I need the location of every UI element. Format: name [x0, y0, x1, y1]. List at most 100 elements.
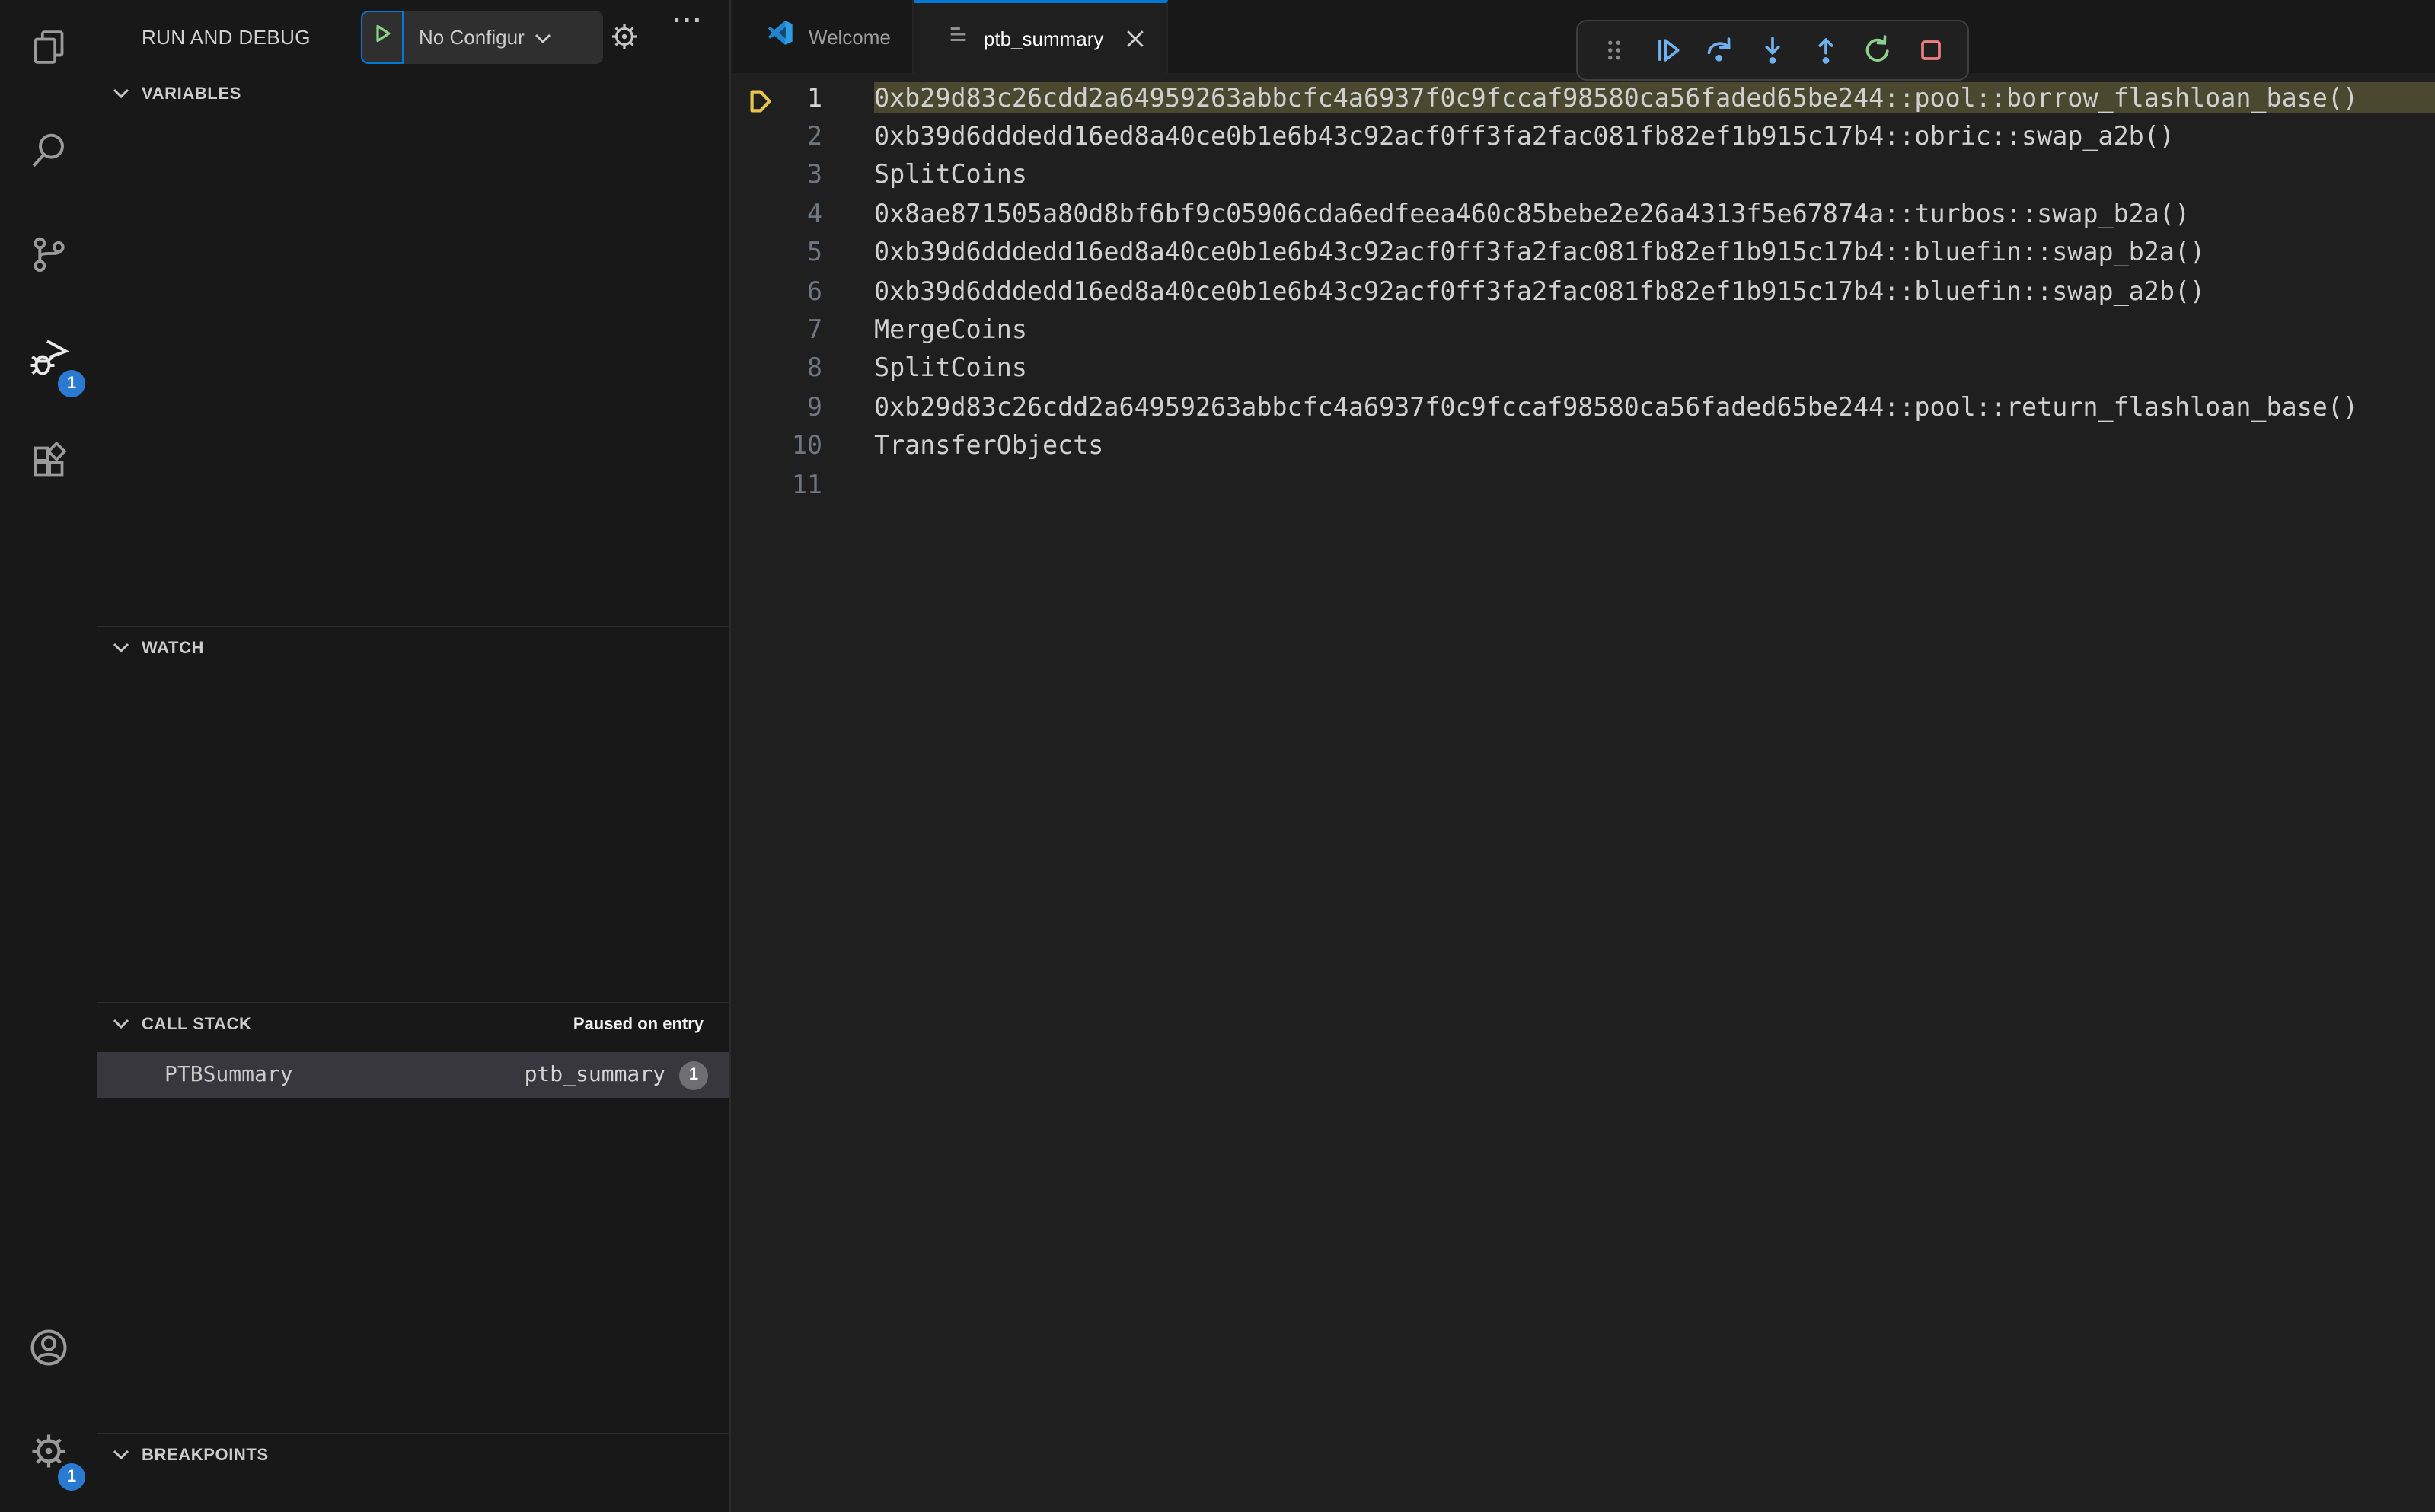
section-label: VARIABLES	[142, 85, 241, 103]
line-number[interactable]: 10	[792, 429, 822, 460]
sidebar-item-search[interactable]	[6, 111, 91, 196]
line-text[interactable]: 0xb39d6dddedd16ed8a40ce0b1e6b43c92acf0ff…	[874, 237, 2435, 267]
more-actions-button[interactable]: ···	[673, 6, 704, 37]
config-dropdown[interactable]: No Configur	[404, 11, 603, 64]
restart-button[interactable]	[1856, 27, 1901, 73]
line-text[interactable]: 0xb39d6dddedd16ed8a40ce0b1e6b43c92acf0ff…	[874, 275, 2435, 305]
frame-file: ptb_summary	[524, 1063, 665, 1087]
step-over-button[interactable]	[1697, 27, 1743, 73]
debug-current-line-arrow-icon	[746, 86, 775, 123]
section-header-call-stack[interactable]: CALL STACK Paused on entry	[97, 1003, 729, 1045]
chevron-down-icon	[113, 88, 129, 99]
line-gutter[interactable]: 4	[732, 198, 874, 228]
debug-config-control: No Configur	[361, 11, 603, 64]
line-text[interactable]: 0xb29d83c26cdd2a64959263abbcfc4a6937f0c9…	[874, 81, 2435, 113]
code-line[interactable]: 5 0xb39d6dddedd16ed8a40ce0b1e6b43c92acf0…	[732, 232, 2435, 271]
start-debug-button[interactable]	[361, 11, 404, 64]
run-and-debug-panel: RUN AND DEBUG No Configur ··· VARIABLES …	[97, 0, 731, 1512]
chevron-down-icon	[113, 643, 129, 653]
call-stack-body	[97, 1098, 729, 1433]
line-gutter[interactable]: 10	[732, 429, 874, 460]
code-lines[interactable]: 1 0xb29d83c26cdd2a64959263abbcfc4a6937f0…	[732, 73, 2435, 503]
sidebar-item-run-and-debug[interactable]: 1	[6, 318, 91, 404]
code-line[interactable]: 11	[732, 464, 2435, 503]
section-label: WATCH	[142, 639, 205, 657]
panel-header: RUN AND DEBUG No Configur ···	[97, 0, 729, 73]
search-icon	[27, 129, 70, 179]
line-number[interactable]: 11	[792, 468, 822, 499]
line-text[interactable]: MergeCoins	[874, 314, 2435, 344]
open-launch-json-button[interactable]	[606, 18, 643, 62]
variables-body	[97, 114, 729, 626]
line-gutter[interactable]: 2	[732, 120, 874, 151]
line-number[interactable]: 1	[807, 81, 822, 112]
line-gutter[interactable]: 8	[732, 352, 874, 383]
code-line[interactable]: 2 0xb39d6dddedd16ed8a40ce0b1e6b43c92acf0…	[732, 116, 2435, 155]
extensions-icon	[27, 439, 70, 490]
code-line[interactable]: 6 0xb39d6dddedd16ed8a40ce0b1e6b43c92acf0…	[732, 271, 2435, 310]
account-icon	[26, 1324, 72, 1377]
code-line[interactable]: 8 SplitCoins	[732, 348, 2435, 387]
continue-button[interactable]	[1644, 27, 1690, 73]
play-icon	[370, 21, 394, 53]
line-text[interactable]: 0xb29d83c26cdd2a64959263abbcfc4a6937f0c9…	[874, 391, 2435, 422]
code-line[interactable]: 3 SplitCoins	[732, 155, 2435, 194]
step-into-button[interactable]	[1750, 27, 1795, 73]
chevron-down-icon	[525, 24, 552, 51]
line-text[interactable]: SplitCoins	[874, 352, 2435, 383]
line-number[interactable]: 8	[807, 352, 822, 383]
watch-body	[97, 668, 729, 1002]
line-gutter[interactable]: 11	[732, 468, 874, 499]
tab-label: ptb_summary	[983, 27, 1104, 49]
chevron-down-icon	[113, 1019, 129, 1029]
line-number[interactable]: 6	[807, 275, 822, 305]
tab-ptb-summary[interactable]: ptb_summary	[913, 0, 1168, 73]
section-header-watch[interactable]: WATCH	[97, 627, 729, 668]
line-gutter[interactable]: 3	[732, 159, 874, 190]
line-gutter[interactable]: 6	[732, 275, 874, 305]
section-header-variables[interactable]: VARIABLES	[97, 73, 729, 114]
sidebar-item-extensions[interactable]	[6, 422, 91, 507]
files-icon	[27, 25, 70, 75]
line-number[interactable]: 2	[807, 120, 822, 151]
editor-area: Welcome ptb_summary 1 0xb29d83c26cdd2a64…	[732, 0, 2435, 1512]
stop-button[interactable]	[1908, 27, 1954, 73]
line-text[interactable]: SplitCoins	[874, 159, 2435, 190]
line-number[interactable]: 3	[807, 159, 822, 190]
close-icon[interactable]	[1125, 28, 1144, 48]
call-stack-frame-row[interactable]: PTBSummary ptb_summary 1	[97, 1052, 729, 1098]
drag-handle-icon[interactable]	[1591, 27, 1637, 73]
line-gutter[interactable]: 9	[732, 391, 874, 422]
line-gutter[interactable]: 5	[732, 237, 874, 267]
sidebar-item-source-control[interactable]	[6, 215, 91, 300]
code-line[interactable]: 10 TransferObjects	[732, 426, 2435, 464]
line-gutter[interactable]: 7	[732, 314, 874, 344]
settings-button[interactable]: 1	[6, 1412, 91, 1497]
step-out-button[interactable]	[1802, 27, 1848, 73]
line-number[interactable]: 9	[807, 391, 822, 422]
line-text[interactable]: 0xb39d6dddedd16ed8a40ce0b1e6b43c92acf0ff…	[874, 120, 2435, 151]
section-label: BREAKPOINTS	[142, 1446, 269, 1464]
code-line[interactable]: 4 0x8ae871505a80d8bf6bf9c05906cda6edfeea…	[732, 193, 2435, 232]
file-lines-icon	[947, 23, 970, 53]
line-text[interactable]: TransferObjects	[874, 429, 2435, 460]
line-text[interactable]: 0x8ae871505a80d8bf6bf9c05906cda6edfeea46…	[874, 198, 2435, 228]
activity-bar: 1 1	[0, 0, 99, 1512]
section-header-breakpoints[interactable]: BREAKPOINTS	[97, 1434, 729, 1475]
section-label: CALL STACK	[142, 1015, 252, 1033]
paused-status: Paused on entry	[573, 1015, 704, 1033]
line-gutter[interactable]: 1	[732, 81, 874, 112]
tab-label: Welcome	[809, 25, 891, 48]
chevron-down-icon	[113, 1450, 129, 1460]
code-line[interactable]: 1 0xb29d83c26cdd2a64959263abbcfc4a6937f0…	[732, 78, 2435, 116]
code-line[interactable]: 7 MergeCoins	[732, 310, 2435, 349]
tab-welcome[interactable]: Welcome	[732, 0, 914, 73]
line-number[interactable]: 7	[807, 314, 822, 344]
code-line[interactable]: 9 0xb29d83c26cdd2a64959263abbcfc4a6937f0…	[732, 387, 2435, 426]
line-number[interactable]: 4	[807, 198, 822, 228]
line-number[interactable]: 5	[807, 237, 822, 267]
accounts-button[interactable]	[6, 1308, 91, 1393]
sidebar-item-explorer[interactable]	[6, 8, 91, 93]
panel-title: RUN AND DEBUG	[142, 25, 311, 48]
settings-badge: 1	[58, 1463, 85, 1491]
